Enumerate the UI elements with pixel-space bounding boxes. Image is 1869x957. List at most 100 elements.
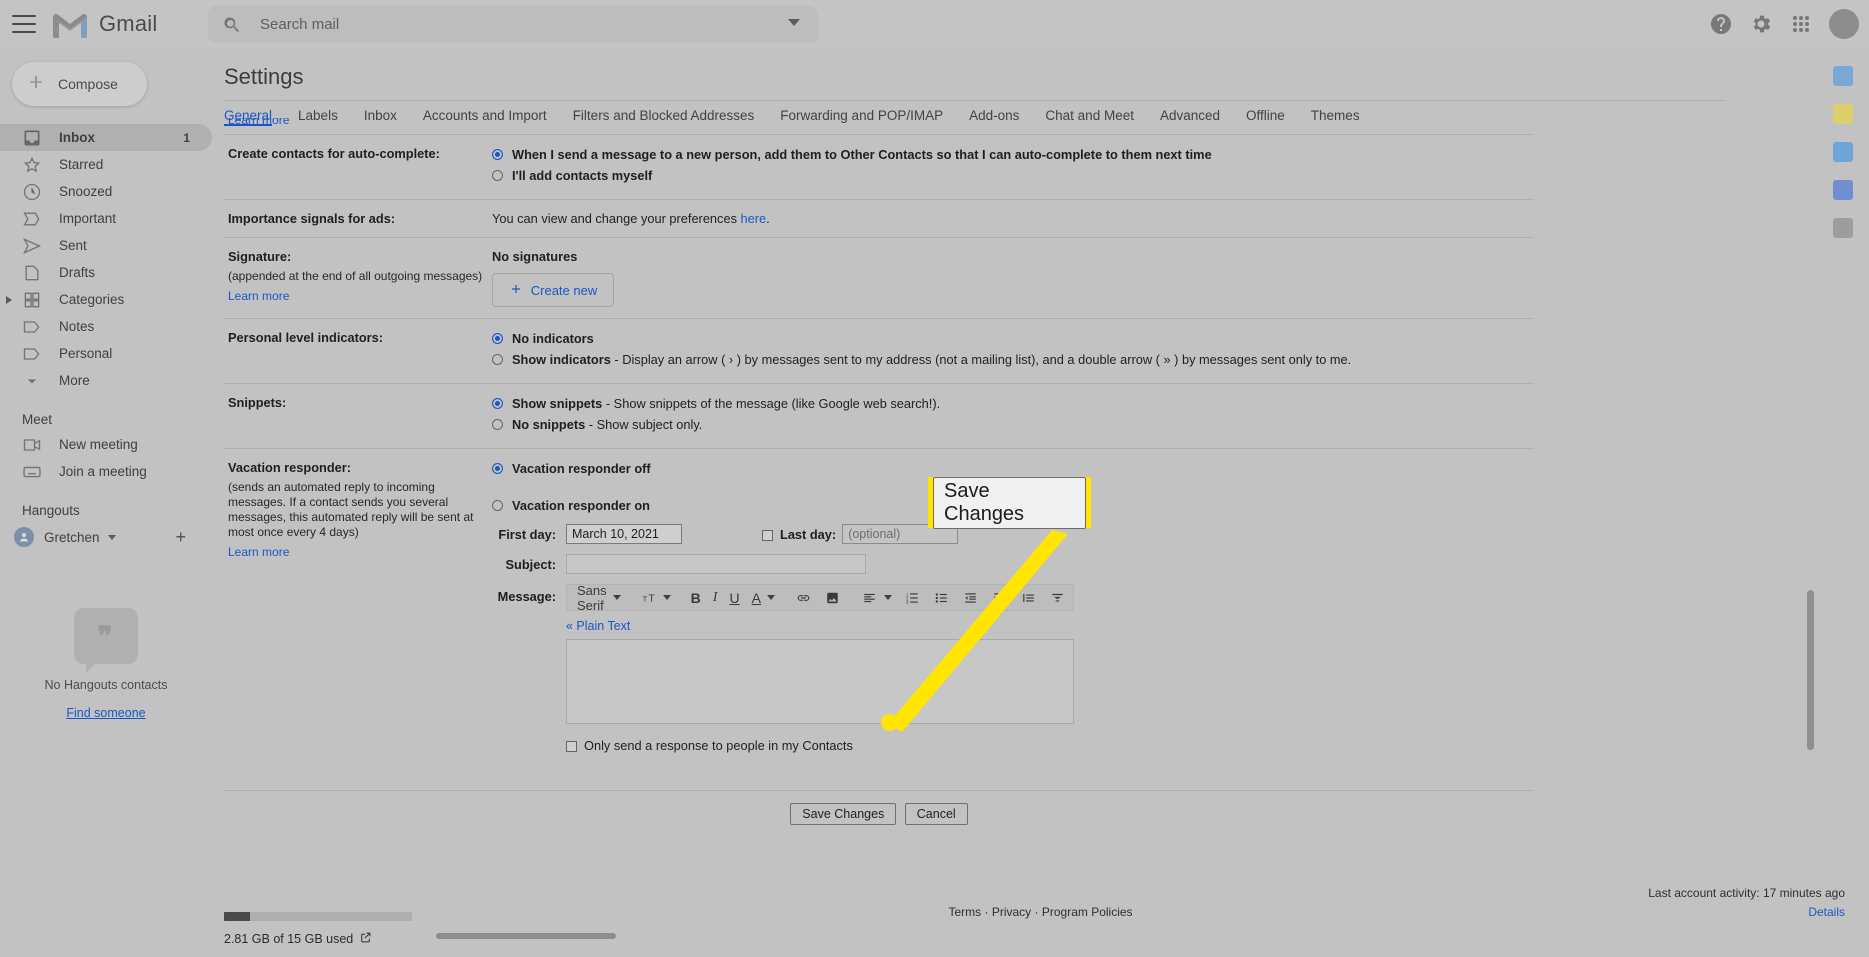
- sidebar-item-label: Starred: [59, 157, 104, 172]
- search-input[interactable]: [258, 15, 728, 34]
- chevron-down-icon: [662, 595, 671, 600]
- learn-more-link[interactable]: Learn more: [228, 289, 289, 303]
- sidebar-item-label: Categories: [59, 292, 125, 307]
- horizontal-scrollbar[interactable]: [436, 933, 616, 939]
- italic-icon[interactable]: I: [707, 584, 724, 611]
- callout-save-changes-button[interactable]: Save Changes: [933, 476, 1086, 529]
- radio-button-icon[interactable]: [492, 463, 503, 474]
- signature-label: Signature:: [228, 249, 292, 264]
- search-icon: [222, 15, 242, 35]
- sidebar-item-new-meeting[interactable]: New meeting: [0, 431, 212, 458]
- option-label: Show indicators - Display an arrow ( › )…: [512, 351, 1351, 368]
- sidebar-item-snoozed[interactable]: Snoozed: [0, 178, 212, 205]
- radio-option-show-snippets[interactable]: Show snippets - Show snippets of the mes…: [492, 395, 1534, 412]
- open-in-new-icon[interactable]: [359, 931, 372, 947]
- details-link[interactable]: Details: [1648, 905, 1845, 919]
- program-policies-link[interactable]: Program Policies: [1042, 905, 1133, 919]
- underline-icon[interactable]: U: [723, 584, 745, 611]
- hangouts-section-title: Hangouts: [22, 503, 80, 518]
- category-icon: [22, 290, 42, 310]
- radio-button-icon[interactable]: [492, 170, 503, 181]
- keyboard-icon: [22, 462, 42, 482]
- radio-option-add-to-other-contacts[interactable]: When I send a message to a new person, a…: [492, 146, 1534, 163]
- compose-button[interactable]: Compose: [12, 62, 147, 106]
- radio-option-vacation-off[interactable]: Vacation responder off: [492, 460, 1534, 477]
- contacts-icon[interactable]: [1833, 180, 1853, 200]
- apps-grid-icon[interactable]: [1789, 12, 1813, 36]
- radio-option-add-contacts-myself[interactable]: I'll add contacts myself: [492, 167, 1534, 184]
- tasks-icon[interactable]: [1833, 142, 1853, 162]
- importance-text-before: You can view and change your preferences: [492, 211, 741, 226]
- radio-option-no-indicators[interactable]: No indicators: [492, 330, 1534, 347]
- first-day-input[interactable]: March 10, 2021: [566, 524, 682, 544]
- vacation-label: Vacation responder:: [228, 460, 352, 475]
- plain-text-link[interactable]: « Plain Text: [566, 619, 630, 633]
- radio-button-icon[interactable]: [492, 333, 503, 344]
- sidebar-item-sent[interactable]: Sent: [0, 232, 212, 259]
- keep-icon[interactable]: [1833, 104, 1853, 124]
- sidebar-item-drafts[interactable]: Drafts: [0, 259, 212, 286]
- radio-option-no-snippets[interactable]: No snippets - Show subject only.: [492, 416, 1534, 433]
- text-color-icon[interactable]: A: [746, 584, 781, 611]
- meet-section-title: Meet: [22, 412, 53, 427]
- radio-option-show-indicators[interactable]: Show indicators - Display an arrow ( › )…: [492, 351, 1534, 368]
- gear-icon[interactable]: [1749, 12, 1773, 36]
- chevron-down-icon[interactable]: [788, 19, 800, 26]
- plus-icon[interactable]: +: [175, 527, 186, 548]
- radio-button-icon[interactable]: [492, 398, 503, 409]
- sidebar-item-join-meeting[interactable]: Join a meeting: [0, 458, 212, 485]
- contacts-only-label: Only send a response to people in my Con…: [584, 738, 853, 753]
- font-family-dropdown[interactable]: Sans Serif: [571, 583, 627, 613]
- hamburger-menu-icon[interactable]: [12, 15, 36, 33]
- draft-icon: [22, 263, 42, 283]
- radio-button-icon[interactable]: [492, 419, 503, 430]
- last-day-checkbox[interactable]: [762, 530, 773, 541]
- chevron-down-icon[interactable]: [107, 534, 116, 540]
- previous-row-remnant: Learn more: [224, 118, 1534, 134]
- add-on-icon[interactable]: [1833, 218, 1853, 238]
- row-label: Signature: (appended at the end of all o…: [224, 249, 492, 307]
- subject-input[interactable]: [566, 554, 866, 574]
- option-label: Vacation responder on: [512, 498, 650, 513]
- find-someone-link[interactable]: Find someone: [0, 706, 212, 720]
- create-new-signature-button[interactable]: Create new: [492, 273, 614, 307]
- search-bar[interactable]: [208, 6, 818, 43]
- sidebar-item-inbox[interactable]: Inbox 1: [0, 124, 212, 151]
- contacts-only-checkbox[interactable]: [566, 741, 577, 752]
- chevron-right-icon[interactable]: [6, 295, 12, 304]
- insert-link-icon[interactable]: [789, 584, 818, 611]
- cancel-button[interactable]: Cancel: [904, 803, 968, 825]
- importance-here-link[interactable]: here: [741, 211, 767, 226]
- radio-button-icon[interactable]: [492, 149, 503, 160]
- terms-link[interactable]: Terms: [948, 905, 981, 919]
- gmail-logo[interactable]: Gmail: [50, 9, 157, 39]
- hangouts-current-user[interactable]: Gretchen +: [0, 522, 212, 552]
- save-changes-button[interactable]: Save Changes: [790, 803, 897, 825]
- sidebar-nav: Inbox 1 Starred Snoozed Important Sent D…: [0, 124, 212, 394]
- option-label: Show snippets - Show snippets of the mes…: [512, 395, 940, 412]
- row-create-contacts-for-autocomplete: Create contacts for auto-complete: When …: [224, 134, 1534, 199]
- learn-more-link[interactable]: Learn more: [228, 545, 289, 559]
- bold-icon[interactable]: B: [685, 584, 707, 611]
- signature-sub: (appended at the end of all outgoing mes…: [228, 269, 483, 283]
- option-label-bold: Show indicators: [512, 352, 611, 367]
- sidebar-item-notes[interactable]: Notes: [0, 313, 212, 340]
- learn-more-link[interactable]: Learn more: [228, 118, 289, 127]
- row-signature: Signature: (appended at the end of all o…: [224, 237, 1534, 318]
- privacy-link[interactable]: Privacy: [992, 905, 1031, 919]
- sidebar-item-label: Sent: [59, 238, 87, 253]
- sidebar-item-important[interactable]: Important: [0, 205, 212, 232]
- vertical-scrollbar[interactable]: [1807, 590, 1814, 750]
- radio-button-icon[interactable]: [492, 500, 503, 511]
- sidebar-item-starred[interactable]: Starred: [0, 151, 212, 178]
- avatar[interactable]: [1829, 9, 1859, 39]
- sidebar-item-categories[interactable]: Categories: [0, 286, 212, 313]
- font-size-icon[interactable]: TT: [635, 584, 677, 611]
- row-label: Snippets:: [228, 395, 287, 410]
- sidebar-item-personal[interactable]: Personal: [0, 340, 212, 367]
- inbox-unread-count: 1: [183, 130, 190, 145]
- help-circle-icon[interactable]: [1709, 12, 1733, 36]
- sidebar-item-more[interactable]: More: [0, 367, 212, 394]
- radio-button-icon[interactable]: [492, 354, 503, 365]
- calendar-icon[interactable]: [1833, 66, 1853, 86]
